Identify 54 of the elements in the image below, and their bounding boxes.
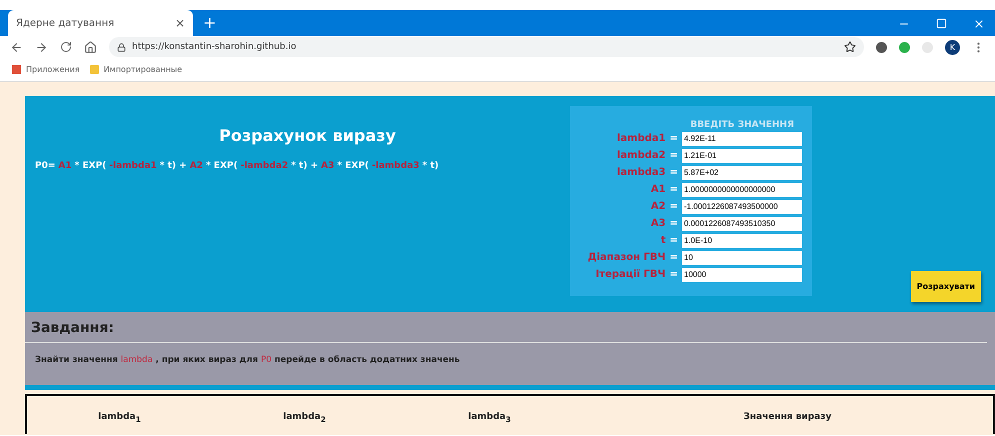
lock-icon (117, 42, 126, 52)
column-header: lambda$_{3}$ (467, 412, 512, 426)
task-heading: Завдання: (25, 312, 987, 343)
equals-sign: = (670, 150, 678, 161)
input-field[interactable]: 0.0001226087493510350 (682, 216, 802, 230)
input-field[interactable]: 5.87E+02 (682, 166, 802, 180)
input-field[interactable]: 1.21E-01 (682, 148, 802, 162)
star-icon[interactable] (844, 41, 856, 53)
equals-sign: = (670, 235, 678, 246)
calculate-button[interactable]: Розрахувати (910, 271, 981, 302)
field-label: lambda3 (616, 167, 666, 178)
field-label: A3 (650, 218, 666, 229)
field-label: A1 (650, 184, 666, 195)
field-label: Діапазон ГВЧ (588, 252, 666, 263)
field-label: Ітерації ГВЧ (596, 269, 666, 280)
column-header: lambda$_{1}$ (97, 412, 142, 426)
input-field[interactable]: 4.92E-11 (682, 132, 802, 146)
page-title: Розрахунок виразу (218, 126, 397, 145)
address-bar[interactable]: https://konstantin-sharohin.github.io (109, 37, 864, 57)
input-field[interactable]: 1.0000000000000000000 (682, 182, 802, 196)
bookmark-item[interactable]: Импортированные (90, 65, 182, 74)
field-label: lambda1 (616, 133, 666, 144)
browser-tab[interactable]: Ядерне датування × (8, 10, 193, 36)
tab-title: Ядерне датування (16, 18, 116, 28)
equals-sign: = (670, 269, 678, 280)
column-header: lambda$_{2}$ (282, 412, 327, 426)
close-icon[interactable] (973, 18, 985, 30)
field-label: lambda2 (616, 150, 666, 161)
form-title: ВВЕДІТЬ ЗНАЧЕННЯ (689, 120, 795, 130)
back-icon[interactable] (10, 40, 23, 54)
equals-sign: = (670, 184, 678, 195)
tab-close-button[interactable]: × (174, 16, 185, 30)
task-text: Знайти значення lambda , при яких вираз для P0 перейде в область додатних значень (34, 354, 461, 367)
field-label: t (660, 235, 666, 246)
maximize-icon[interactable] (936, 18, 947, 29)
bookmark-item[interactable]: Приложения (12, 65, 80, 74)
equals-sign: = (670, 201, 678, 212)
home-icon[interactable] (84, 40, 97, 54)
profile-avatar[interactable]: K (945, 40, 960, 54)
new-tab-button[interactable]: + (203, 13, 216, 32)
input-field[interactable]: 10 (682, 250, 802, 264)
equals-sign: = (670, 252, 678, 263)
input-field[interactable]: 10000 (682, 268, 802, 282)
reload-icon[interactable] (60, 41, 72, 53)
field-label: A2 (650, 201, 666, 212)
equals-sign: = (670, 218, 678, 229)
formula-text: P0= A1 * EXP( -lambda1 * t) + A2 * EXP( -lambda2 * t) + A3 * EXP( -lambda3 * t) (34, 161, 440, 171)
forward-icon[interactable] (35, 40, 48, 54)
extension-icon[interactable] (876, 42, 887, 52)
column-header: Значення виразу (742, 412, 832, 424)
input-field[interactable]: -1.0001226087493500000 (682, 200, 802, 214)
equals-sign: = (670, 133, 678, 144)
input-field[interactable]: 1.0E-10 (682, 234, 802, 248)
equals-sign: = (670, 167, 678, 178)
